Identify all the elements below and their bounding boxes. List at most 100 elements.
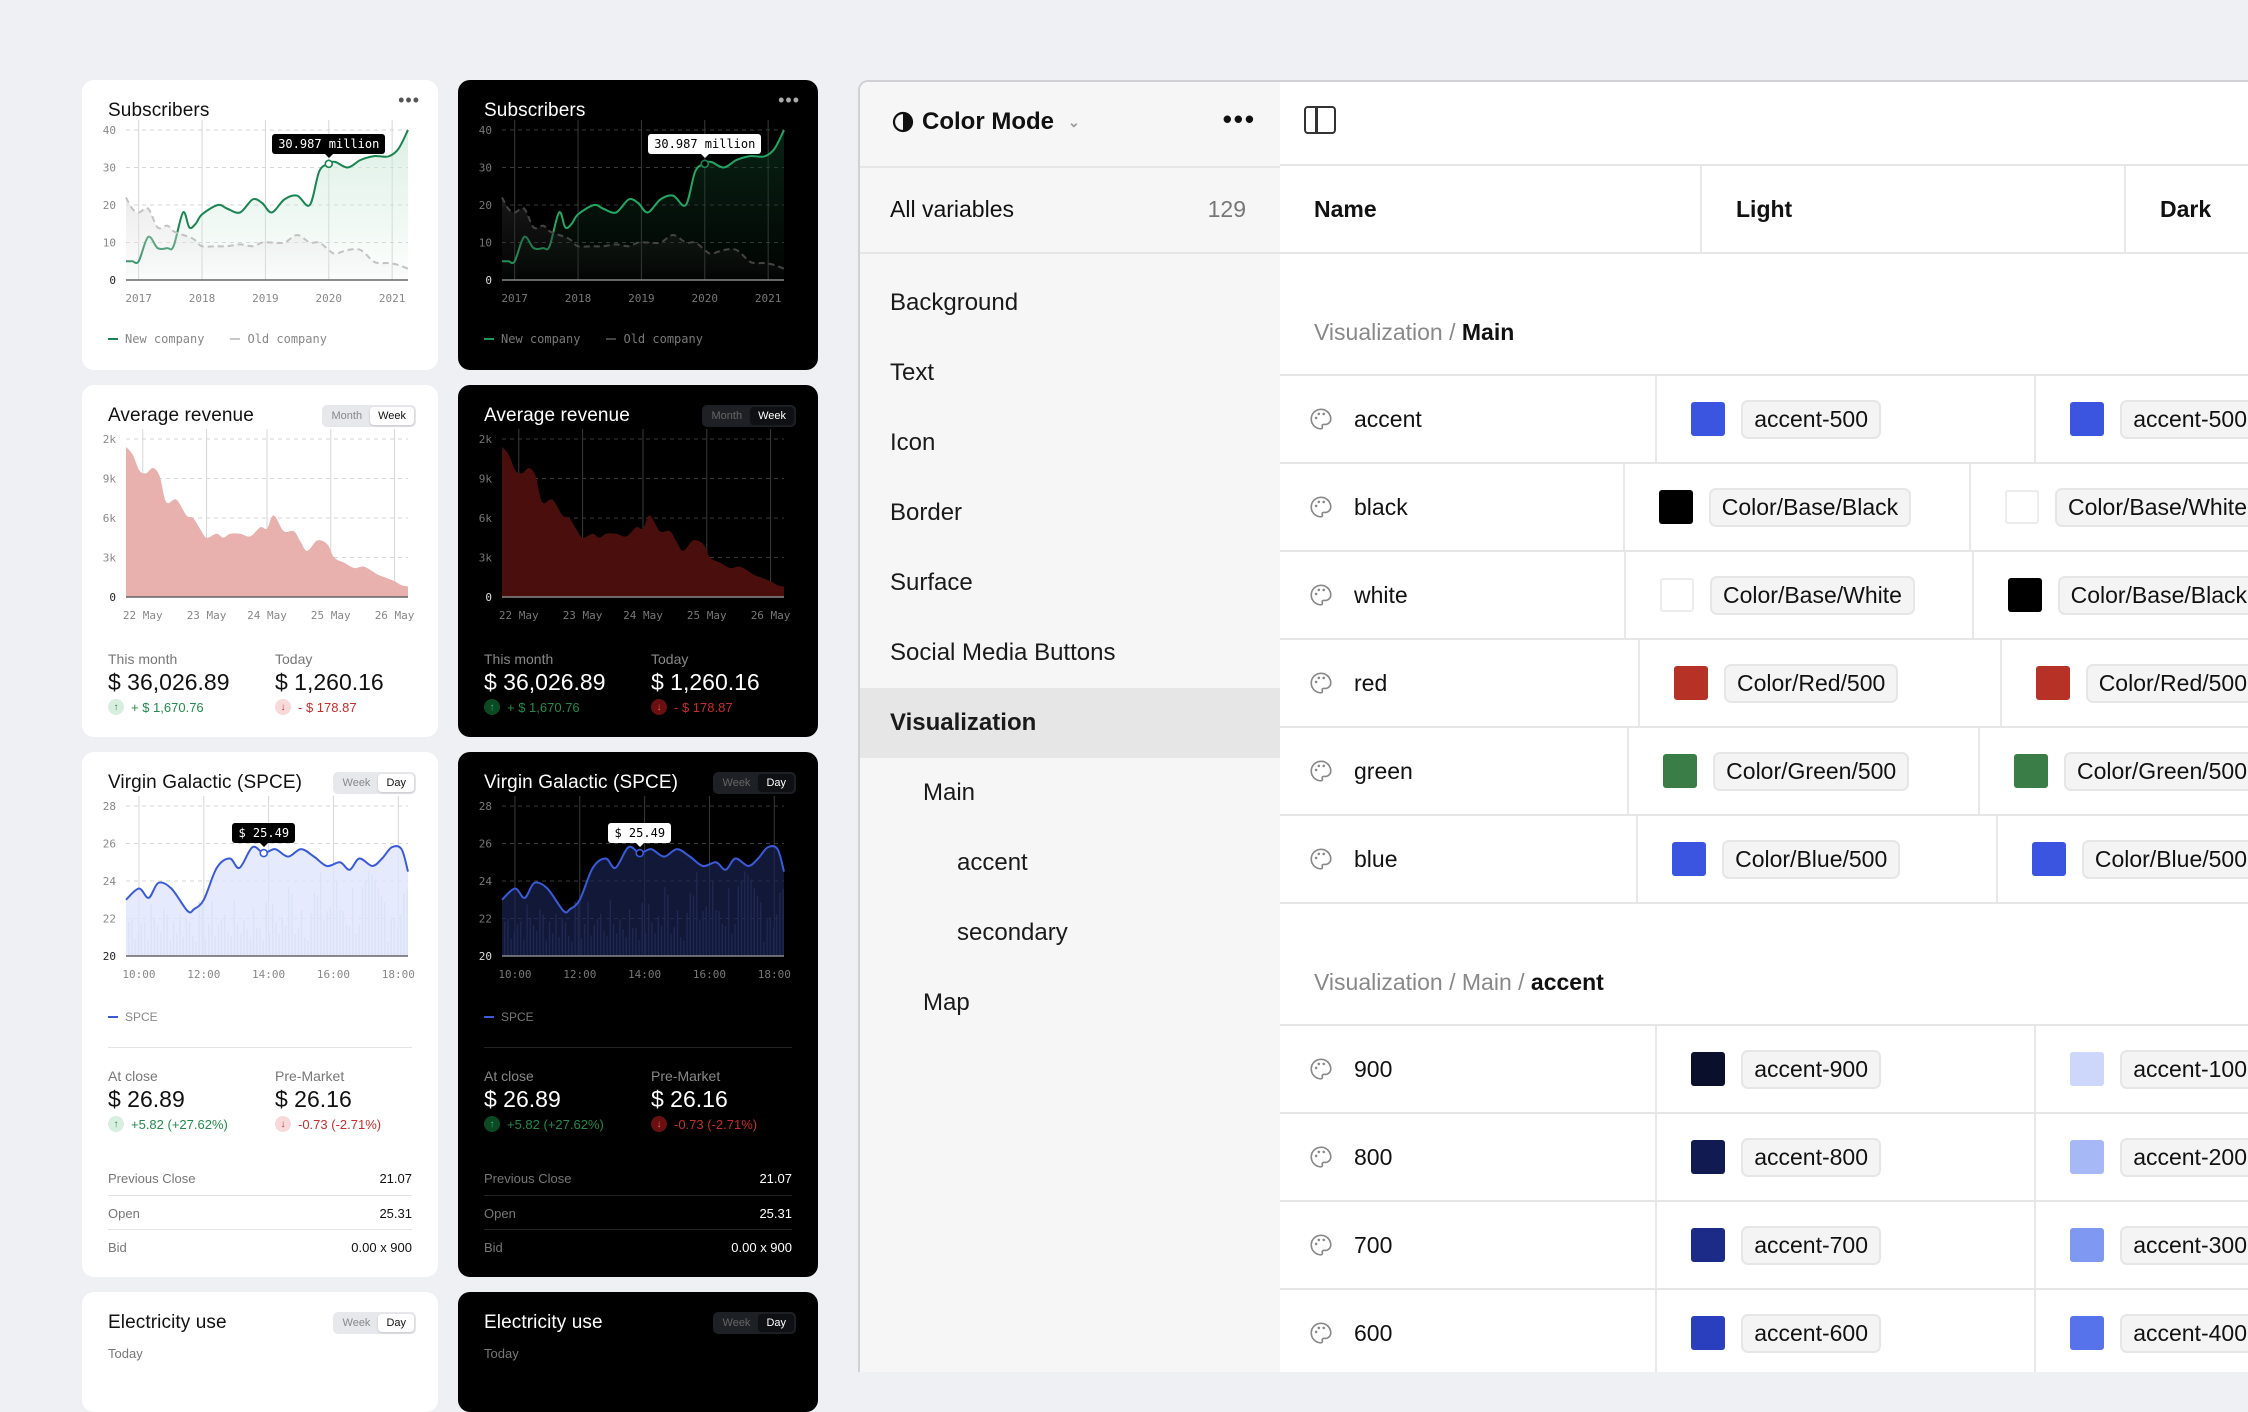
sidebar-item-background[interactable]: Background: [860, 268, 1280, 338]
alias-pill[interactable]: Color/Red/500: [1724, 663, 1899, 703]
color-swatch[interactable]: [1658, 490, 1693, 524]
color-swatch[interactable]: [2070, 1316, 2105, 1350]
variable-row[interactable]: blue Color/Blue/500 Color/Blue/500: [1280, 816, 2248, 904]
segment-week[interactable]: Week: [715, 1314, 759, 1332]
sidebar-item-text[interactable]: Text: [860, 338, 1280, 408]
color-swatch[interactable]: [2013, 754, 2048, 788]
color-swatch[interactable]: [1691, 1228, 1726, 1262]
color-swatch[interactable]: [2005, 490, 2040, 524]
alias-pill[interactable]: Color/Blue/500: [2081, 839, 2248, 879]
sidebar-item-visualization[interactable]: Visualization: [860, 688, 1280, 758]
alias-pill[interactable]: Color/Base/White: [2055, 487, 2248, 527]
color-swatch[interactable]: [1691, 1052, 1726, 1086]
alias-pill[interactable]: Color/Base/Black: [1708, 487, 1912, 527]
alias-pill[interactable]: accent-500: [1741, 399, 1882, 439]
dark-value-cell[interactable]: Color/Blue/500: [1998, 816, 2248, 902]
dark-value-cell[interactable]: Color/Red/500: [2002, 640, 2248, 726]
alias-pill[interactable]: accent-200: [2120, 1137, 2248, 1177]
more-options-icon[interactable]: •••: [1223, 104, 1256, 135]
variable-row[interactable]: green Color/Green/500 Color/Green/500: [1280, 728, 2248, 816]
color-swatch[interactable]: [2070, 1140, 2105, 1174]
sidebar-item-secondary[interactable]: secondary: [860, 898, 1280, 968]
dark-value-cell[interactable]: accent-100: [2036, 1026, 2248, 1112]
variable-name-cell[interactable]: blue: [1280, 816, 1639, 902]
color-swatch[interactable]: [1672, 842, 1707, 876]
sidebar-item-main[interactable]: Main: [860, 758, 1280, 828]
light-value-cell[interactable]: Color/Base/White: [1626, 552, 1974, 638]
light-value-cell[interactable]: Color/Red/500: [1640, 640, 2002, 726]
dark-value-cell[interactable]: accent-300: [2036, 1202, 2248, 1288]
dark-value-cell[interactable]: accent-200: [2036, 1114, 2248, 1200]
variable-name-cell[interactable]: 800: [1280, 1114, 1658, 1200]
alias-pill[interactable]: accent-700: [1741, 1225, 1882, 1265]
light-value-cell[interactable]: accent-800: [1657, 1114, 2037, 1200]
sidebar-item-map[interactable]: Map: [860, 968, 1280, 1038]
color-swatch[interactable]: [1691, 1316, 1726, 1350]
sidebar-item-icon[interactable]: Icon: [860, 408, 1280, 478]
variable-row[interactable]: accent accent-500 accent-500: [1280, 376, 2248, 464]
highlight-point[interactable]: [324, 159, 334, 169]
light-value-cell[interactable]: accent-700: [1657, 1202, 2037, 1288]
dark-value-cell[interactable]: Color/Base/White: [1971, 464, 2248, 550]
column-header-dark[interactable]: Dark: [2126, 166, 2248, 252]
light-value-cell[interactable]: Color/Green/500: [1629, 728, 1980, 814]
variable-name-cell[interactable]: white: [1280, 552, 1626, 638]
alias-pill[interactable]: accent-400: [2120, 1313, 2248, 1353]
variable-name-cell[interactable]: red: [1280, 640, 1640, 726]
variable-name-cell[interactable]: 700: [1280, 1202, 1658, 1288]
color-swatch[interactable]: [2070, 1228, 2105, 1262]
light-value-cell[interactable]: Color/Base/Black: [1625, 464, 1972, 550]
column-header-name[interactable]: Name: [1280, 166, 1702, 252]
highlight-point[interactable]: [700, 159, 710, 169]
alias-pill[interactable]: Color/Blue/500: [1722, 839, 1901, 879]
alias-pill[interactable]: Color/Base/White: [1709, 575, 1915, 615]
sidebar-item-social-media-buttons[interactable]: Social Media Buttons: [860, 618, 1280, 688]
all-variables-item[interactable]: All variables 129: [860, 168, 1280, 254]
variable-row[interactable]: red Color/Red/500 Color/Red/500: [1280, 640, 2248, 728]
alias-pill[interactable]: Color/Green/500: [2063, 751, 2248, 791]
color-swatch[interactable]: [2070, 402, 2105, 436]
alias-pill[interactable]: accent-600: [1741, 1313, 1882, 1353]
color-swatch[interactable]: [1674, 666, 1708, 700]
variable-row[interactable]: 800 accent-800 accent-200: [1280, 1114, 2248, 1202]
variable-row[interactable]: 700 accent-700 accent-300: [1280, 1202, 2248, 1290]
variable-name-cell[interactable]: green: [1280, 728, 1630, 814]
highlight-point[interactable]: [635, 848, 645, 858]
sidebar-item-surface[interactable]: Surface: [860, 548, 1280, 618]
color-swatch[interactable]: [1691, 1140, 1726, 1174]
alias-pill[interactable]: accent-500: [2120, 399, 2248, 439]
sidebar-toggle-icon[interactable]: [1304, 106, 1336, 134]
light-value-cell[interactable]: accent-900: [1657, 1026, 2037, 1112]
sidebar-item-border[interactable]: Border: [860, 478, 1280, 548]
segment-day[interactable]: Day: [378, 1314, 414, 1332]
variable-name-cell[interactable]: 900: [1280, 1026, 1658, 1112]
dark-value-cell[interactable]: accent-500: [2036, 376, 2248, 462]
alias-pill[interactable]: Color/Base/Black: [2057, 575, 2248, 615]
dark-value-cell[interactable]: Color/Green/500: [1980, 728, 2248, 814]
light-value-cell[interactable]: accent-500: [1657, 376, 2037, 462]
alias-pill[interactable]: accent-100: [2120, 1049, 2248, 1089]
alias-pill[interactable]: accent-300: [2120, 1225, 2248, 1265]
variable-row[interactable]: black Color/Base/Black Color/Base/White: [1280, 464, 2248, 552]
color-swatch[interactable]: [1691, 402, 1726, 436]
light-value-cell[interactable]: Color/Blue/500: [1638, 816, 1998, 902]
variable-row[interactable]: white Color/Base/White Color/Base/Black: [1280, 552, 2248, 640]
alias-pill[interactable]: accent-800: [1741, 1137, 1882, 1177]
sidebar-item-accent[interactable]: accent: [860, 828, 1280, 898]
highlight-point[interactable]: [259, 848, 269, 858]
alias-pill[interactable]: Color/Red/500: [2085, 663, 2248, 703]
alias-pill[interactable]: Color/Green/500: [1713, 751, 1910, 791]
color-swatch[interactable]: [2007, 578, 2042, 612]
color-swatch[interactable]: [1663, 754, 1698, 788]
variable-row[interactable]: 900 accent-900 accent-100: [1280, 1026, 2248, 1114]
segment-week[interactable]: Week: [335, 1314, 379, 1332]
column-header-light[interactable]: Light: [1702, 166, 2126, 252]
color-swatch[interactable]: [1659, 578, 1694, 612]
variable-name-cell[interactable]: accent: [1280, 376, 1658, 462]
color-swatch[interactable]: [2070, 1052, 2105, 1086]
segment-day[interactable]: Day: [758, 1314, 794, 1332]
variable-name-cell[interactable]: black: [1280, 464, 1625, 550]
color-swatch[interactable]: [2031, 842, 2066, 876]
collection-selector[interactable]: Color Mode ⌄: [892, 108, 1080, 136]
dark-value-cell[interactable]: Color/Base/Black: [1974, 552, 2248, 638]
